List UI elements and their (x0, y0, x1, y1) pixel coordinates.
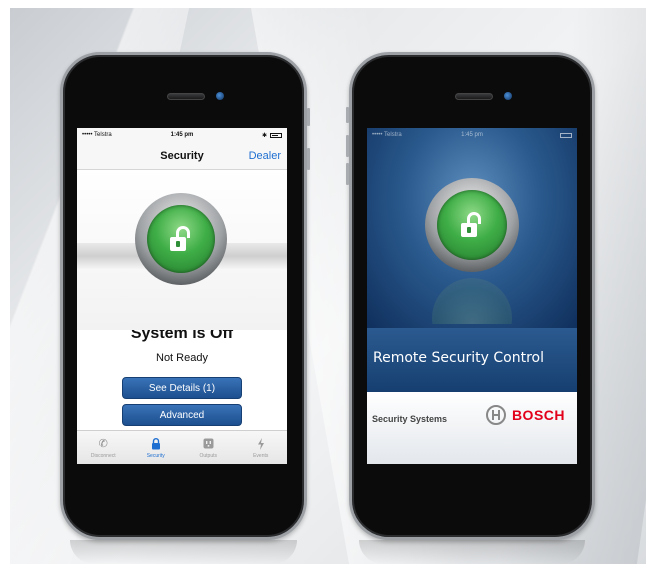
side-button (346, 135, 349, 157)
tab-label: Events (253, 452, 269, 459)
phone-icon: ✆ (98, 438, 108, 450)
lock-emblem (425, 178, 519, 272)
nav-bar: Security Dealer (77, 142, 287, 170)
app-title: Remote Security Control (373, 350, 545, 366)
clock-label: 1:45 pm (461, 132, 483, 138)
page-title: Security (160, 149, 204, 162)
splash-hero: ••••• Telstra 1:45 pm (367, 128, 577, 328)
earpiece-speaker (167, 93, 205, 100)
bosch-armature-icon (485, 405, 506, 425)
phone-right: ••••• Telstra 1:45 pm Remote Security Co… (346, 52, 595, 540)
side-button (307, 108, 310, 126)
title-band: Remote Security Control (367, 328, 577, 392)
lock-icon (149, 437, 163, 451)
status-text: System is Off Not Ready (77, 325, 287, 364)
tab-outputs[interactable]: Outputs (182, 431, 235, 464)
tab-bar: ✆ Disconnect Security Outputs Events (77, 430, 287, 464)
bosch-logo: BOSCH (485, 405, 565, 425)
arm-toggle-button[interactable] (135, 193, 227, 285)
brand-wordmark: BOSCH (511, 407, 565, 423)
tab-events[interactable]: Events (235, 431, 288, 464)
emblem-reflection (432, 278, 512, 324)
advanced-button[interactable]: Advanced (122, 404, 242, 426)
phone-left: ••••• Telstra 1:45 pm ✱ Security Dealer (60, 52, 307, 540)
status-bar: ••••• Telstra 1:45 pm ✱ (77, 128, 287, 142)
subtitle-label: Security Systems (372, 414, 448, 424)
front-camera (216, 92, 224, 100)
tab-label: Security (146, 452, 165, 459)
tab-label: Outputs (199, 452, 217, 459)
status-bar: ••••• Telstra 1:45 pm (367, 128, 577, 142)
tab-label: Disconnect (90, 452, 116, 459)
security-screen: ••••• Telstra 1:45 pm ✱ Security Dealer (77, 128, 287, 464)
outlet-icon (201, 437, 215, 451)
side-button (346, 107, 349, 123)
battery-icon (270, 132, 282, 138)
side-button (307, 148, 310, 170)
tab-disconnect[interactable]: ✆ Disconnect (77, 431, 130, 464)
front-camera (504, 92, 512, 100)
earpiece-speaker (455, 93, 493, 100)
side-button (346, 163, 349, 185)
splash-screen: ••••• Telstra 1:45 pm Remote Security Co… (367, 128, 577, 464)
clock-label: 1:45 pm (170, 132, 194, 138)
brand-footer: Security Systems BOSCH (367, 392, 577, 464)
lightning-icon (254, 437, 268, 451)
unlocked-padlock-icon (461, 212, 483, 238)
tab-security[interactable]: Security (130, 431, 183, 464)
phone-reflection (70, 540, 297, 564)
lock-panel (77, 170, 287, 330)
see-details-button[interactable]: See Details (1) (122, 377, 242, 399)
dealer-button[interactable]: Dealer (249, 150, 281, 162)
unlocked-padlock-icon (170, 226, 192, 252)
ready-status-label: Not Ready (156, 352, 208, 364)
phone-reflection (359, 540, 585, 564)
